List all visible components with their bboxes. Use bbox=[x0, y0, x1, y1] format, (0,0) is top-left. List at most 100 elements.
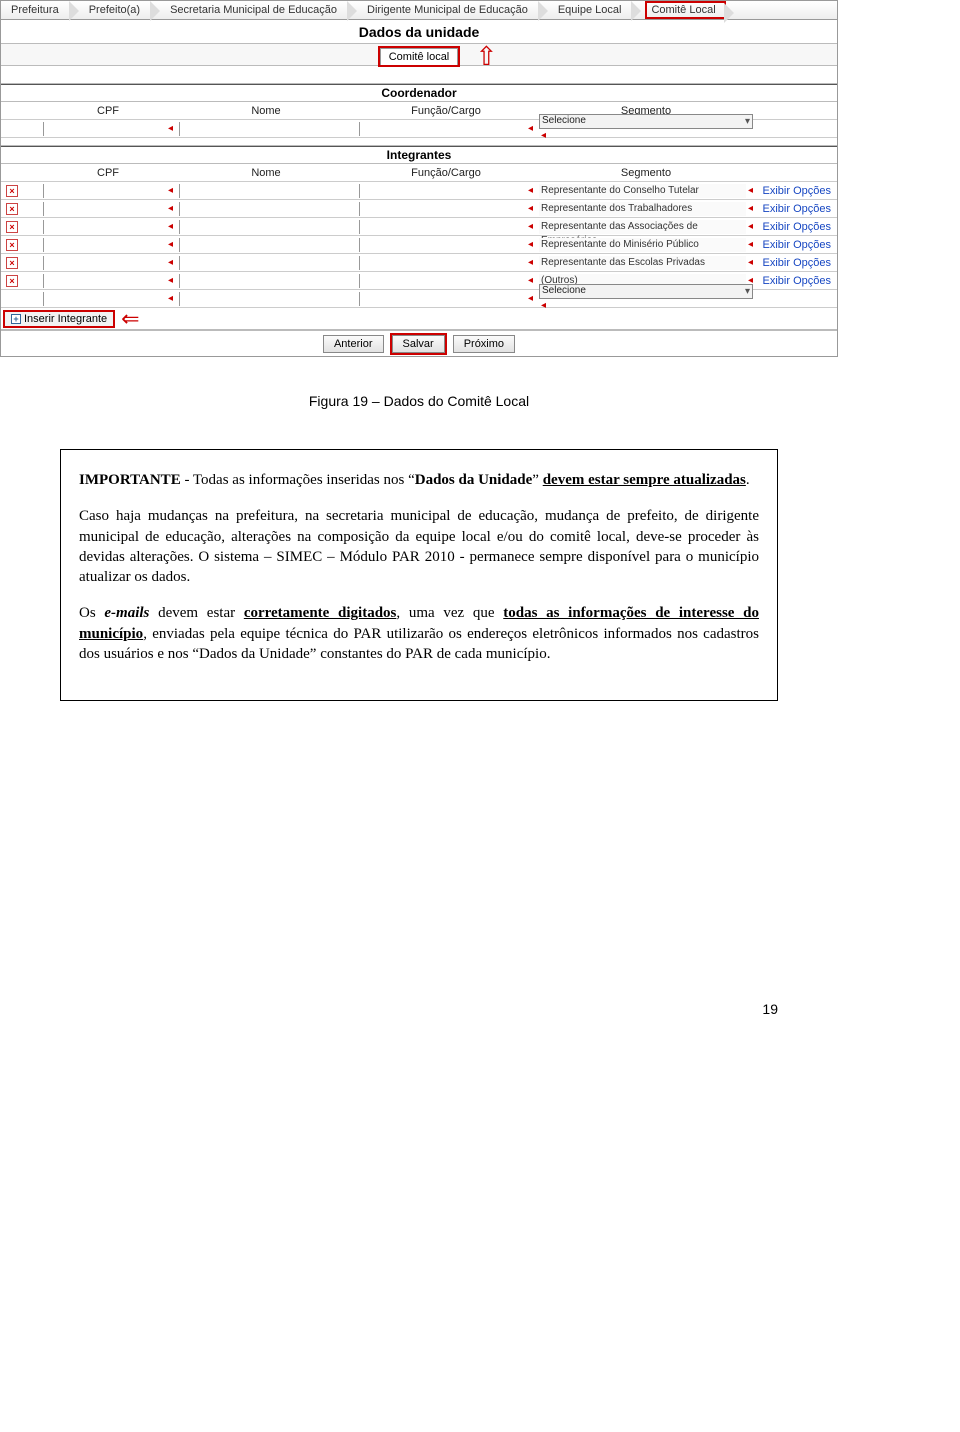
coordenador-row: ◂ ◂ Selecione◂ bbox=[1, 120, 837, 138]
integrante-row: ×◂◂Representante do Minisério Público◂Ex… bbox=[1, 236, 837, 254]
required-icon: ◂ bbox=[528, 256, 533, 270]
required-icon: ◂ bbox=[528, 238, 533, 252]
required-icon: ◂ bbox=[528, 220, 533, 234]
cpf-input[interactable] bbox=[43, 274, 166, 288]
coord-funcao-input[interactable] bbox=[359, 122, 526, 136]
new-cpf-input[interactable] bbox=[43, 292, 166, 306]
insert-integrante-button[interactable]: + Inserir Integrante bbox=[3, 310, 115, 328]
exibir-opcoes-link[interactable]: Exibir Opções bbox=[763, 203, 831, 215]
funcao-input[interactable] bbox=[359, 274, 526, 288]
nome-input[interactable] bbox=[179, 256, 353, 270]
required-icon: ◂ bbox=[168, 184, 173, 198]
cpf-input[interactable] bbox=[43, 220, 166, 234]
subtab-row: Comitê local ⇧ bbox=[1, 44, 837, 66]
coord-cpf-input[interactable] bbox=[43, 122, 166, 136]
note-paragraph-3: Os e-mails devem estar corretamente digi… bbox=[79, 603, 759, 664]
note-paragraph-2: Caso haja mudanças na prefeitura, na sec… bbox=[79, 506, 759, 587]
breadcrumb-secretaria[interactable]: Secretaria Municipal de Educação bbox=[164, 1, 347, 19]
integrante-row: ×◂◂Representante dos Trabalhadores◂Exibi… bbox=[1, 200, 837, 218]
header-nome: Nome bbox=[173, 105, 353, 117]
integrantes-section-title: Integrantes bbox=[1, 146, 837, 164]
cpf-input[interactable] bbox=[43, 202, 166, 216]
cpf-input[interactable] bbox=[43, 256, 166, 270]
header-funcao: Função/Cargo bbox=[353, 105, 533, 117]
figure-caption: Figura 19 – Dados do Comitê Local bbox=[60, 393, 778, 409]
header-segmento: Segmento bbox=[533, 167, 753, 179]
note-paragraph-1: IMPORTANTE - Todas as informações inseri… bbox=[79, 470, 759, 490]
integrante-new-row: ◂ ◂ Selecione◂ bbox=[1, 290, 837, 308]
document-body: Figura 19 – Dados do Comitê Local IMPORT… bbox=[0, 357, 838, 701]
funcao-input[interactable] bbox=[359, 202, 526, 216]
exibir-opcoes-link[interactable]: Exibir Opções bbox=[763, 239, 831, 251]
header-nome: Nome bbox=[173, 167, 353, 179]
delete-row-icon[interactable]: × bbox=[6, 221, 18, 233]
required-icon: ◂ bbox=[541, 130, 546, 141]
breadcrumb-equipe-local[interactable]: Equipe Local bbox=[552, 1, 632, 19]
integrante-row: ×◂◂Representante do Conselho Tutelar◂Exi… bbox=[1, 182, 837, 200]
required-icon: ◂ bbox=[528, 292, 533, 306]
highlight-arrow-up-icon: ⇧ bbox=[475, 49, 497, 63]
page-title: Dados da unidade bbox=[1, 20, 837, 44]
nome-input[interactable] bbox=[179, 274, 353, 288]
exibir-opcoes-link[interactable]: Exibir Opções bbox=[763, 257, 831, 269]
breadcrumb-tabs: Prefeitura Prefeito(a) Secretaria Munici… bbox=[1, 0, 837, 20]
funcao-input[interactable] bbox=[359, 184, 526, 198]
funcao-input[interactable] bbox=[359, 256, 526, 270]
delete-row-icon[interactable]: × bbox=[6, 275, 18, 287]
nome-input[interactable] bbox=[179, 202, 353, 216]
nav-button-row: Anterior Salvar Próximo bbox=[1, 330, 837, 356]
cpf-input[interactable] bbox=[43, 238, 166, 252]
delete-row-icon[interactable]: × bbox=[6, 257, 18, 269]
segmento-value: Representante dos Trabalhadores bbox=[539, 202, 746, 216]
subtab-comite-local[interactable]: Comitê local ⇧ bbox=[380, 48, 459, 65]
nome-input[interactable] bbox=[179, 238, 353, 252]
required-icon: ◂ bbox=[528, 202, 533, 216]
nome-input[interactable] bbox=[179, 220, 353, 234]
required-icon: ◂ bbox=[528, 184, 533, 198]
new-funcao-input[interactable] bbox=[359, 292, 526, 306]
required-icon: ◂ bbox=[168, 274, 173, 288]
segmento-value: Representante das Associações de Empresá… bbox=[539, 220, 746, 234]
required-icon: ◂ bbox=[168, 122, 173, 136]
integrante-row: ×◂◂Representante das Escolas Privadas◂Ex… bbox=[1, 254, 837, 272]
simec-form-screenshot: Prefeitura Prefeito(a) Secretaria Munici… bbox=[0, 0, 838, 357]
funcao-input[interactable] bbox=[359, 220, 526, 234]
coordenador-section-title: Coordenador bbox=[1, 84, 837, 102]
new-nome-input[interactable] bbox=[179, 292, 353, 306]
funcao-input[interactable] bbox=[359, 238, 526, 252]
delete-row-icon[interactable]: × bbox=[6, 239, 18, 251]
anterior-button[interactable]: Anterior bbox=[323, 335, 384, 353]
required-icon: ◂ bbox=[168, 202, 173, 216]
coord-nome-input[interactable] bbox=[179, 122, 353, 136]
header-funcao: Função/Cargo bbox=[353, 167, 533, 179]
exibir-opcoes-link[interactable]: Exibir Opções bbox=[763, 185, 831, 197]
breadcrumb-prefeitura[interactable]: Prefeitura bbox=[5, 1, 69, 19]
integrantes-headers: CPF Nome Função/Cargo Segmento bbox=[1, 164, 837, 182]
required-icon: ◂ bbox=[168, 256, 173, 270]
page-number: 19 bbox=[0, 701, 838, 1037]
coord-segmento-select[interactable]: Selecione bbox=[539, 114, 753, 129]
required-icon: ◂ bbox=[168, 292, 173, 306]
required-icon: ◂ bbox=[168, 220, 173, 234]
delete-row-icon[interactable]: × bbox=[6, 185, 18, 197]
new-segmento-select[interactable]: Selecione bbox=[539, 284, 753, 299]
segmento-value: Representante do Conselho Tutelar bbox=[539, 184, 746, 198]
exibir-opcoes-link[interactable]: Exibir Opções bbox=[763, 221, 831, 233]
cpf-input[interactable] bbox=[43, 184, 166, 198]
plus-icon: + bbox=[11, 314, 21, 324]
proximo-button[interactable]: Próximo bbox=[453, 335, 515, 353]
highlight-arrow-left-icon: ⇐ bbox=[121, 312, 139, 326]
header-cpf: CPF bbox=[23, 105, 173, 117]
nome-input[interactable] bbox=[179, 184, 353, 198]
required-icon: ◂ bbox=[168, 238, 173, 252]
integrante-row: × ◂ ◂ Representante das Associações de Empr… bbox=[1, 218, 837, 236]
header-cpf: CPF bbox=[23, 167, 173, 179]
breadcrumb-comite-local[interactable]: Comitê Local bbox=[645, 1, 725, 19]
exibir-opcoes-link[interactable]: Exibir Opções bbox=[763, 275, 831, 287]
breadcrumb-prefeito[interactable]: Prefeito(a) bbox=[83, 1, 150, 19]
salvar-button[interactable]: Salvar bbox=[392, 335, 445, 353]
segmento-value: Representante das Escolas Privadas bbox=[539, 256, 746, 270]
delete-row-icon[interactable]: × bbox=[6, 203, 18, 215]
breadcrumb-dirigente[interactable]: Dirigente Municipal de Educação bbox=[361, 1, 538, 19]
required-icon: ◂ bbox=[528, 122, 533, 136]
